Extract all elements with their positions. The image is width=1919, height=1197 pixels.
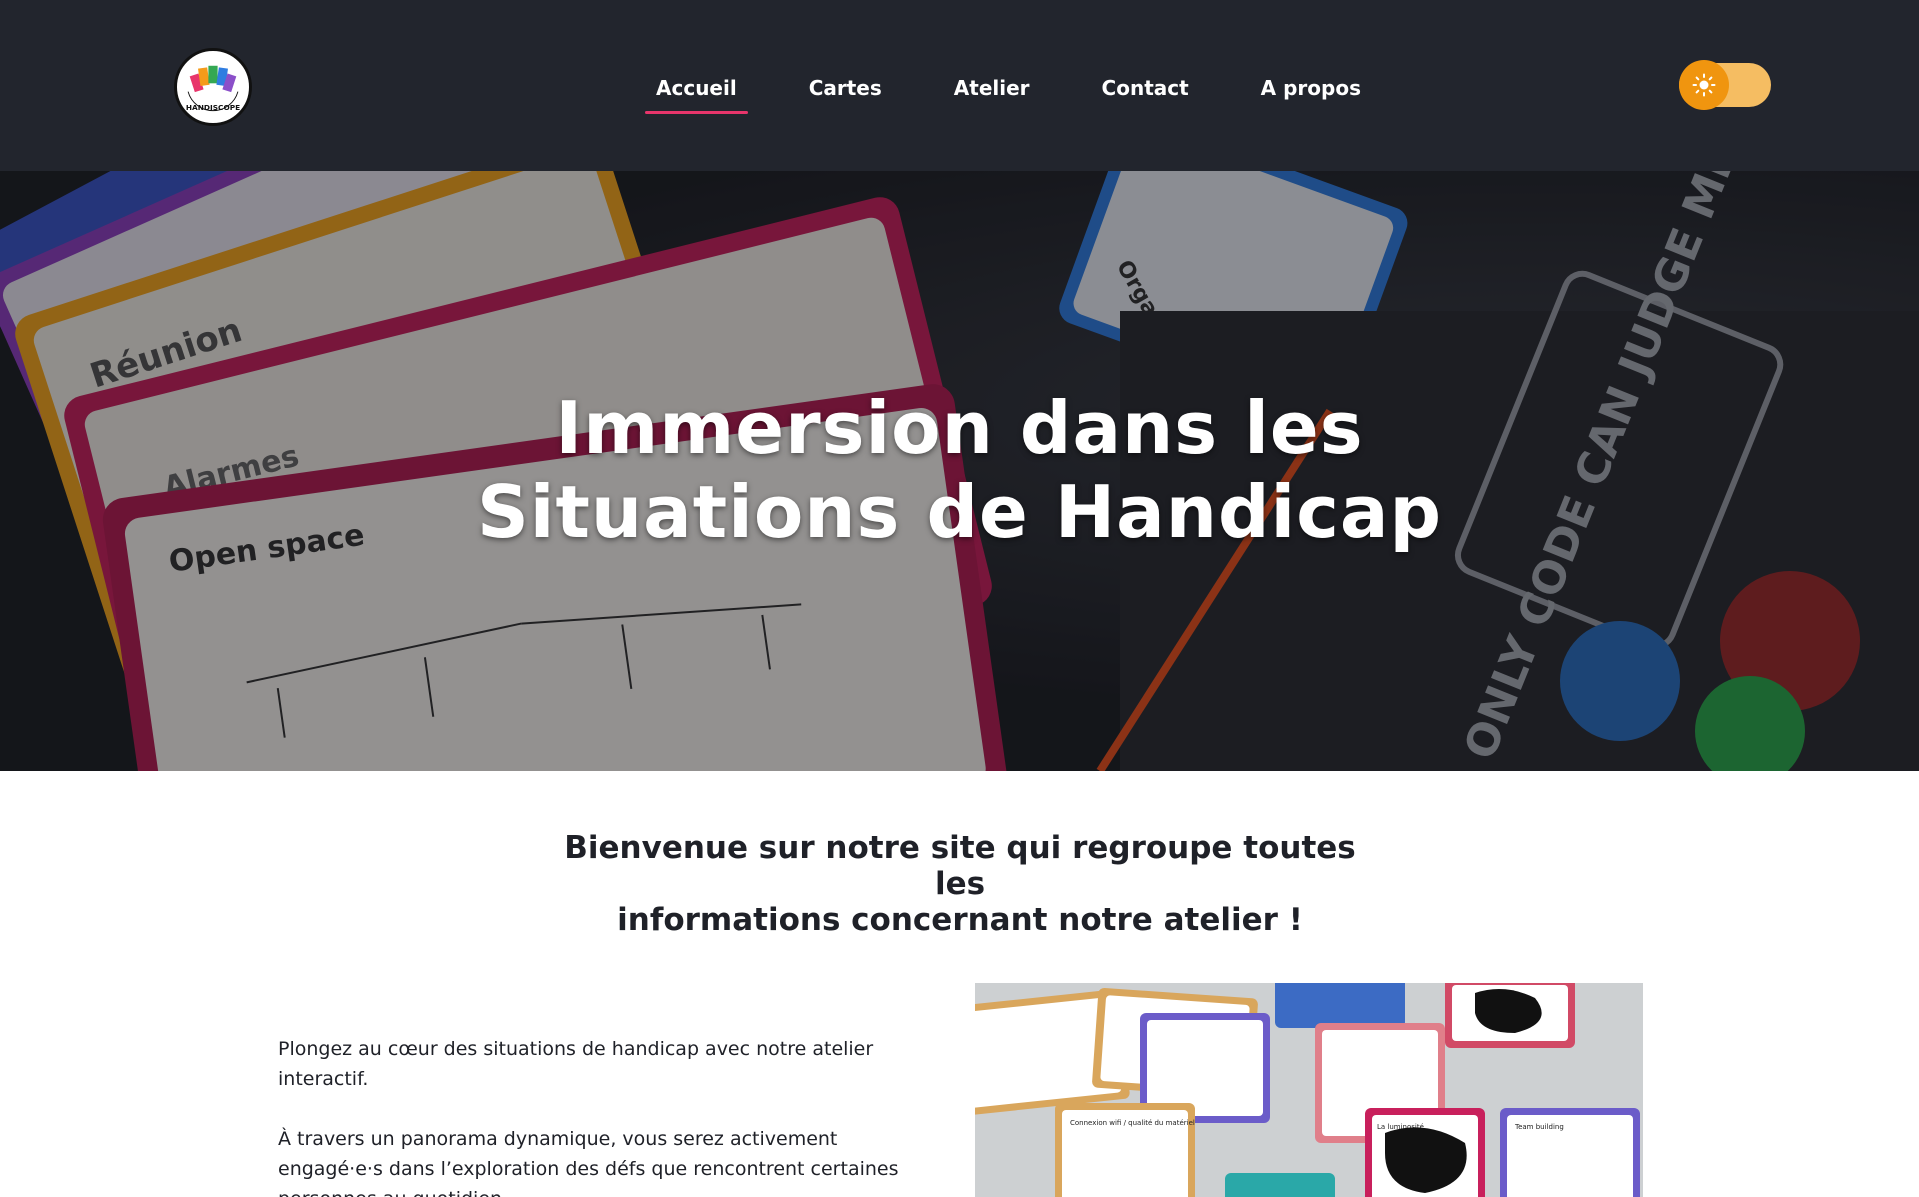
toggle-knob xyxy=(1679,60,1729,110)
sun-icon xyxy=(1692,73,1716,97)
nav-item-cartes[interactable]: Cartes xyxy=(798,70,893,106)
site-header: HANDISCOPE Accueil Cartes Atelier Contact A … xyxy=(0,0,1919,171)
photo-label-connexion: Connexion wifi / qualité du matériel xyxy=(1070,1119,1195,1127)
main-nav: Accueil Cartes Atelier Contact A propos xyxy=(645,70,1422,114)
intro-text: Plongez au cœur des situations de handic… xyxy=(278,1034,918,1197)
intro-heading: Bienvenue sur notre site qui regroupe to… xyxy=(560,830,1360,938)
intro-heading-line2: informations concernant notre atelier ! xyxy=(617,902,1303,938)
hero-banner: Réunion Alarmes Open space Organisati xyxy=(0,171,1919,771)
photo-label-team-building: Team building xyxy=(1514,1123,1564,1131)
hero-title-line1: Immersion dans les xyxy=(555,386,1364,470)
hero-title-line2: Situations de Handicap xyxy=(476,470,1443,554)
nav-item-accueil[interactable]: Accueil xyxy=(645,70,748,114)
hero-title: Immersion dans les Situations de Handica… xyxy=(0,386,1919,554)
intro-heading-line1: Bienvenue sur notre site qui regroupe to… xyxy=(564,830,1356,902)
nav-item-contact[interactable]: Contact xyxy=(1091,70,1200,106)
nav-item-a-propos[interactable]: A propos xyxy=(1250,70,1372,106)
workshop-photo: Connexion wifi / qualité du matériel La … xyxy=(975,983,1643,1197)
handiscope-logo-icon[interactable]: HANDISCOPE xyxy=(174,48,252,126)
intro-paragraph-2: À travers un panorama dynamique, vous se… xyxy=(278,1128,899,1197)
theme-toggle[interactable] xyxy=(1679,60,1771,110)
nav-item-atelier[interactable]: Atelier xyxy=(943,70,1041,106)
intro-paragraph-1: Plongez au cœur des situations de handic… xyxy=(278,1038,874,1090)
logo-text: HANDISCOPE xyxy=(186,103,240,112)
